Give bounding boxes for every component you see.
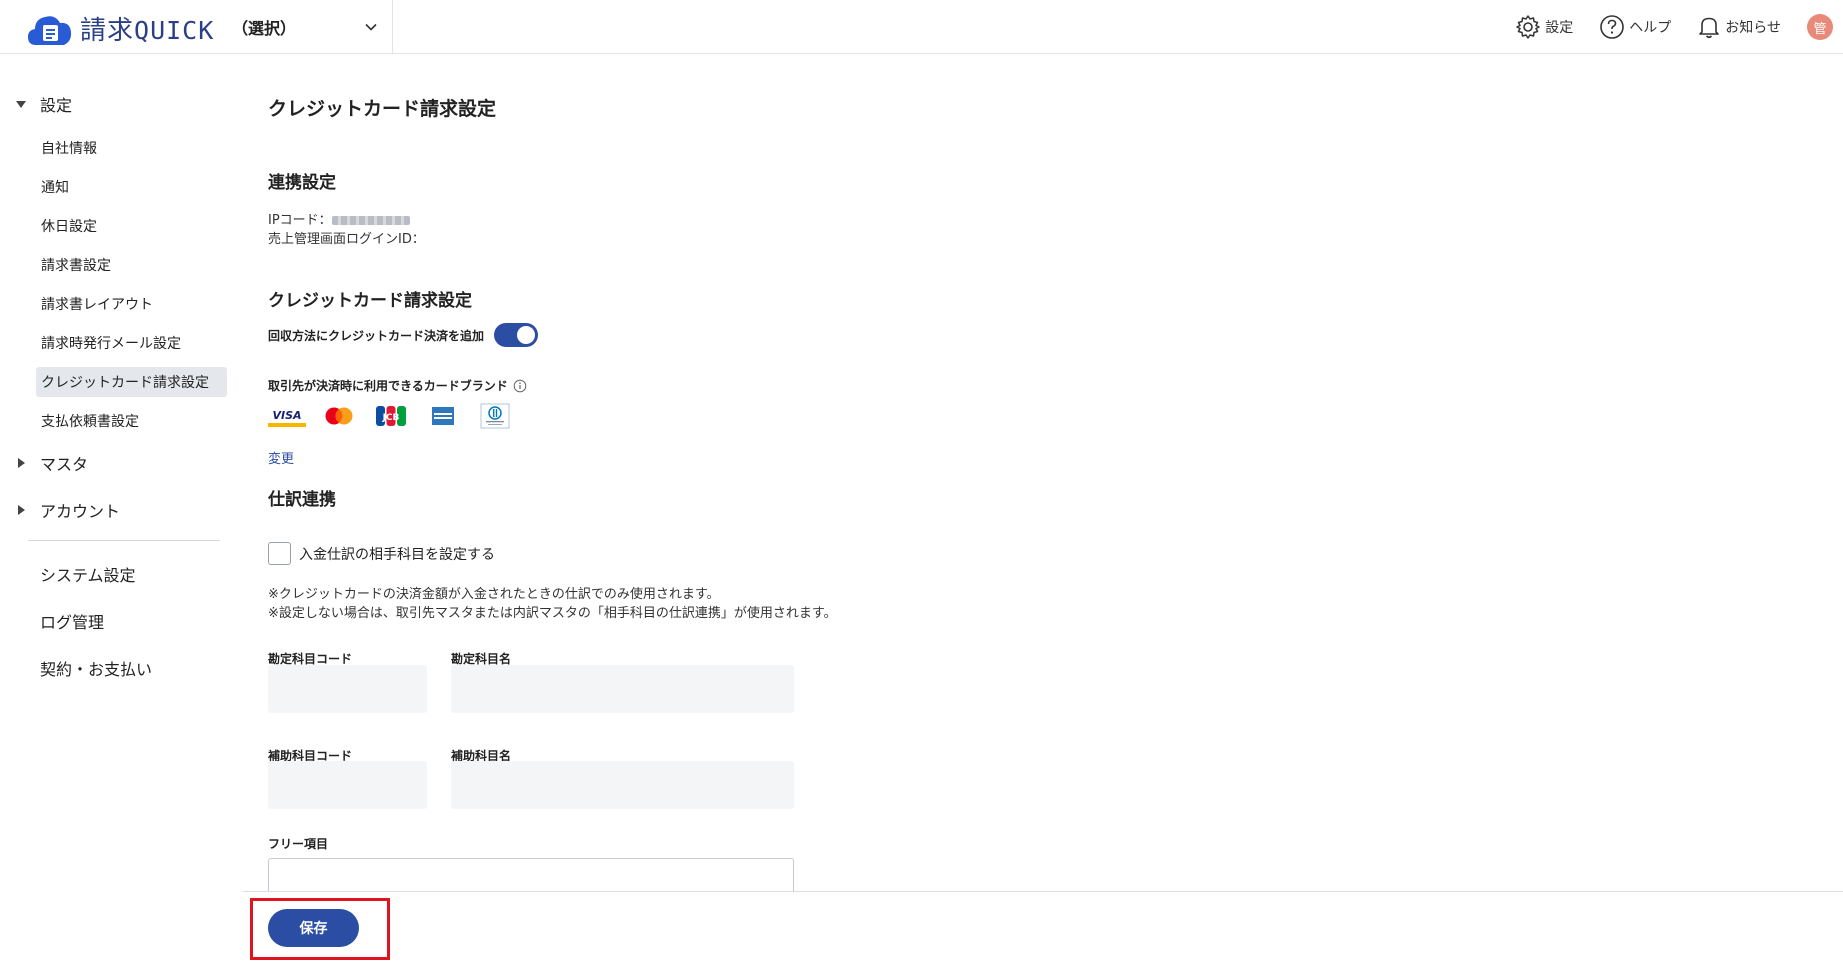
avatar[interactable]: 管 <box>1807 14 1833 40</box>
gear-icon <box>1516 15 1541 39</box>
sidebar-divider <box>28 540 220 541</box>
free-item-label: フリー項目 <box>268 837 329 851</box>
sidebar-group-label: 設定 <box>40 96 73 115</box>
diners-club-icon <box>476 403 514 429</box>
sidebar-item-invoice-settings[interactable]: 請求書設定 <box>36 250 227 280</box>
visa-text: VISA <box>272 409 301 422</box>
toggle-knob <box>517 326 536 344</box>
settings-link[interactable]: 設定 <box>1515 14 1573 40</box>
journal-section-title: 仕訳連携 <box>268 490 336 510</box>
visa-icon: VISA <box>268 403 306 429</box>
jcb-text: JCB <box>382 413 400 423</box>
mastercard-icon <box>320 403 358 429</box>
sidebar-item-invoice-layout[interactable]: 請求書レイアウト <box>36 289 227 319</box>
sidebar-item-label: 支払依頼書設定 <box>41 414 139 430</box>
sidebar-item-label: 請求書レイアウト <box>41 297 153 313</box>
settings-label: 設定 <box>1545 20 1574 36</box>
sidebar-item-label: 休日設定 <box>41 219 97 235</box>
credit-toggle-label: 回収方法にクレジットカード決済を追加 <box>268 328 485 343</box>
chevron-down-icon <box>365 23 377 31</box>
card-brands-label-row: 取引先が決済時に利用できるカードブランド <box>268 377 527 394</box>
sidebar-item-label: 自社情報 <box>41 141 97 157</box>
journal-account-checkbox[interactable] <box>268 542 291 565</box>
sidebar-item-holidays[interactable]: 休日設定 <box>36 211 227 241</box>
top-bar: 請求QUICK （選択） 設定 ヘルプ お知らせ 管 <box>0 0 1843 54</box>
sidebar-item-payment-request[interactable]: 支払依頼書設定 <box>36 406 227 436</box>
sidebar-group-master[interactable]: マスタ <box>16 451 88 475</box>
card-brands-label: 取引先が決済時に利用できるカードブランド <box>268 379 508 393</box>
main-content: クレジットカード請求設定 連携設定 IPコード： 売上管理画面ログインID： ク… <box>243 54 1843 898</box>
caret-right-icon <box>18 458 25 468</box>
credit-toggle-row: 回収方法にクレジットカード決済を追加 <box>268 323 539 347</box>
sidebar-group-label: アカウント <box>40 502 121 521</box>
logo-text: 請求QUICK <box>80 16 215 46</box>
account-name-field[interactable] <box>451 665 794 713</box>
sidebar-group-label: マスタ <box>40 455 89 474</box>
cloud-document-icon <box>28 15 72 45</box>
card-brands-list: VISA JCB <box>268 403 528 429</box>
ip-code-row: IPコード： <box>268 209 410 228</box>
app-logo[interactable]: 請求QUICK <box>26 10 214 47</box>
sidebar-item-invoice-email[interactable]: 請求時発行メール設定 <box>36 328 227 358</box>
credit-section-title: クレジットカード請求設定 <box>268 291 472 311</box>
account-code-field[interactable] <box>268 665 427 713</box>
caret-right-icon <box>18 505 25 515</box>
ip-code-label: IPコード： <box>268 213 332 228</box>
help-link[interactable]: ヘルプ <box>1599 14 1671 40</box>
sidebar-item-log-management[interactable]: ログ管理 <box>40 609 104 633</box>
sub-account-code-field[interactable] <box>268 761 427 809</box>
sidebar-item-label: 請求書設定 <box>41 258 111 274</box>
info-icon[interactable] <box>513 379 527 393</box>
company-selector-value: （選択） <box>232 19 297 38</box>
change-brands-link[interactable]: 変更 <box>268 448 294 467</box>
sidebar-item-label: クレジットカード請求設定 <box>41 375 209 391</box>
sidebar-item-credit-card[interactable]: クレジットカード請求設定 <box>36 367 227 397</box>
company-selector[interactable]: （選択） <box>228 0 393 54</box>
ip-code-value-redacted <box>331 216 410 225</box>
save-button[interactable]: 保存 <box>268 909 359 947</box>
notice-link[interactable]: お知らせ <box>1697 14 1781 40</box>
sub-account-name-field[interactable] <box>451 761 794 809</box>
sales-login-label: 売上管理画面ログインID： <box>268 232 425 247</box>
help-label: ヘルプ <box>1629 20 1672 36</box>
header-toolbar: 設定 ヘルプ お知らせ 管 <box>1515 0 1843 54</box>
integration-section-title: 連携設定 <box>268 173 336 193</box>
sidebar-item-notifications[interactable]: 通知 <box>36 172 227 202</box>
bell-icon <box>1699 17 1720 39</box>
sidebar-item-contract-payment[interactable]: 契約・お支払い <box>40 656 152 680</box>
sidebar: 設定 自社情報 通知 休日設定 請求書設定 請求書レイアウト 請求時発行メール設… <box>0 54 243 962</box>
jcb-icon: JCB <box>372 403 410 429</box>
sidebar-item-label: 通知 <box>41 180 69 196</box>
sidebar-item-company-info[interactable]: 自社情報 <box>36 133 227 163</box>
notice-label: お知らせ <box>1725 20 1781 36</box>
sidebar-item-system-settings[interactable]: システム設定 <box>40 562 136 586</box>
sidebar-group-account[interactable]: アカウント <box>16 498 120 522</box>
sidebar-group-settings[interactable]: 設定 <box>16 92 72 116</box>
journal-note-2: ※設定しない場合は、取引先マスタまたは内訳マスタの「相手科目の仕訳連携」が使用さ… <box>268 606 837 621</box>
journal-note-1: ※クレジットカードの決済金額が入金されたときの仕訳でのみ使用されます。 <box>268 587 720 602</box>
journal-checkbox-row: 入金仕訳の相手科目を設定する <box>268 542 495 565</box>
amex-icon <box>424 403 462 429</box>
credit-card-toggle[interactable] <box>494 323 539 347</box>
sidebar-item-label: 請求時発行メール設定 <box>41 336 181 352</box>
help-icon <box>1600 15 1625 39</box>
caret-down-icon <box>16 100 26 108</box>
footer-bar: 保存 <box>243 891 1843 962</box>
journal-checkbox-label: 入金仕訳の相手科目を設定する <box>299 546 495 563</box>
page-title: クレジットカード請求設定 <box>268 98 497 120</box>
